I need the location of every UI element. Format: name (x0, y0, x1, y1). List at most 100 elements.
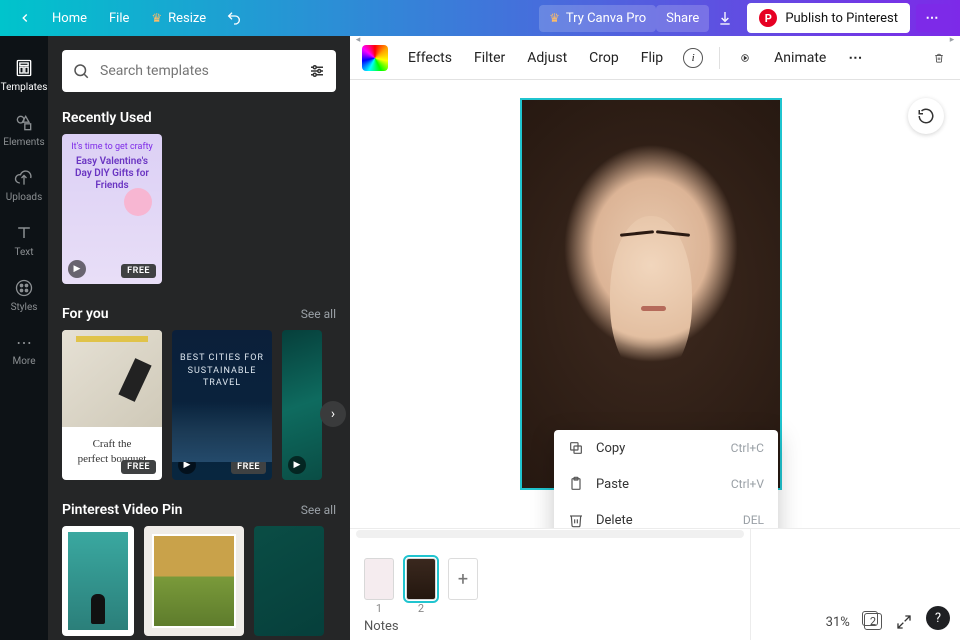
ctx-copy-shortcut: Ctrl+C (731, 441, 764, 455)
crop-button[interactable]: Crop (587, 46, 621, 70)
template-thumb[interactable] (62, 526, 134, 636)
thumb-caption: BEST CITIES FOR SUSTAINABLE TRAVEL (172, 352, 272, 390)
rail-uploads[interactable]: Uploads (0, 158, 48, 213)
canvas-area: Effects Filter Adjust Crop Flip i Animat… (350, 36, 960, 640)
search-input[interactable] (100, 63, 298, 79)
template-thumb[interactable]: BEST CITIES FOR SUSTAINABLE TRAVEL ▶ FRE… (172, 330, 272, 480)
file-menu[interactable]: File (99, 5, 139, 32)
notes-label: Notes (364, 619, 399, 634)
ctx-copy-label: Copy (596, 441, 625, 456)
context-menu: Copy Ctrl+C Paste Ctrl+V Delete DEL Comm… (554, 430, 778, 528)
more-apps-button[interactable]: ⋯ (916, 4, 950, 32)
bottom-strip: ◂ ▸ 1 2 + Notes 31% 2 (350, 528, 960, 640)
template-thumb[interactable] (144, 526, 244, 636)
share-label: Share (666, 11, 699, 26)
see-all-link[interactable]: See all (301, 503, 336, 517)
refresh-icon (917, 107, 935, 125)
ctx-copy[interactable]: Copy Ctrl+C (554, 430, 778, 466)
rail-templates-label: Templates (1, 82, 48, 93)
template-thumb[interactable] (254, 526, 324, 636)
template-thumb[interactable]: It's time to get crafty Easy Valentine's… (62, 134, 162, 284)
recently-used-heading: Recently Used (62, 110, 152, 126)
top-nav: Home File ♛ Resize ♛ Try Canva Pro Share… (0, 0, 960, 36)
pinterest-icon: P (759, 9, 777, 27)
rail-uploads-label: Uploads (6, 192, 42, 203)
add-page-button[interactable]: + (448, 558, 478, 600)
footer-controls: 31% 2 ? (750, 529, 960, 640)
ctx-paste-label: Paste (596, 477, 629, 492)
page-number: 1 (376, 602, 382, 615)
free-badge: FREE (231, 460, 266, 474)
animate-icon[interactable] (736, 49, 754, 67)
rail-elements[interactable]: Elements (0, 103, 48, 158)
context-toolbar: Effects Filter Adjust Crop Flip i Animat… (350, 36, 960, 80)
search-bar[interactable] (62, 50, 336, 92)
filter-button[interactable]: Filter (472, 46, 507, 70)
chevron-left-icon (18, 11, 32, 25)
template-thumb[interactable]: Craft the perfect bouquet FREE (62, 330, 162, 480)
more-toolbar-button[interactable]: ⋯ (846, 46, 866, 70)
crown-icon: ♛ (151, 11, 162, 25)
templates-panel: Recently Used It's time to get crafty Ea… (48, 36, 350, 640)
free-badge: FREE (121, 264, 156, 278)
publish-button[interactable]: P Publish to Pinterest (747, 3, 910, 33)
resize-menu[interactable]: ♛ Resize (141, 5, 216, 32)
play-icon: ▶ (178, 456, 196, 474)
page-thumb-2[interactable]: 2 (406, 558, 436, 600)
file-label: File (109, 11, 129, 26)
scroll-right-button[interactable]: › (320, 401, 346, 427)
page-thumb-1[interactable]: 1 (364, 558, 394, 600)
home-button[interactable]: Home (42, 5, 97, 32)
rail-more-label: More (12, 356, 35, 367)
horizontal-scrollbar[interactable]: ◂ ▸ (350, 529, 750, 539)
canvas-stage[interactable]: Copy Ctrl+C Paste Ctrl+V Delete DEL Comm… (350, 80, 960, 528)
publish-label: Publish to Pinterest (785, 11, 898, 26)
template-thumb[interactable]: ▶ (282, 330, 322, 480)
notes-toggle[interactable]: Notes (350, 611, 750, 640)
ctx-delete[interactable]: Delete DEL (554, 502, 778, 528)
page-count-button[interactable]: 2 (864, 613, 882, 630)
styles-icon (14, 278, 34, 298)
rail-styles[interactable]: Styles (0, 268, 48, 323)
rail-text-label: Text (14, 247, 33, 258)
paste-icon (568, 476, 584, 492)
fullscreen-icon[interactable] (896, 614, 912, 630)
help-icon[interactable]: ? (926, 606, 950, 630)
effects-button[interactable]: Effects (406, 46, 454, 70)
try-pro-button[interactable]: ♛ Try Canva Pro (539, 5, 656, 32)
trash-icon[interactable] (930, 49, 948, 67)
thumb-title: Easy Valentine's Day DIY Gifts for Frien… (70, 156, 154, 192)
adjust-button[interactable]: Adjust (525, 46, 569, 70)
play-icon: ▶ (68, 260, 86, 278)
home-label: Home (52, 11, 87, 26)
chevron-left-icon[interactable]: ◂ (352, 36, 364, 44)
refresh-fab[interactable] (908, 98, 944, 134)
download-button[interactable] (709, 4, 741, 32)
rail-templates[interactable]: Templates (0, 48, 48, 103)
copy-icon (568, 440, 584, 456)
elements-icon (14, 113, 34, 133)
filter-icon[interactable] (308, 62, 326, 80)
zoom-level[interactable]: 31% (826, 615, 850, 630)
undo-button[interactable] (218, 4, 250, 32)
for-you-heading: For you (62, 306, 109, 322)
flip-button[interactable]: Flip (639, 46, 665, 70)
back-button[interactable] (10, 5, 40, 31)
chevron-right-icon[interactable]: ▸ (946, 36, 958, 44)
rail-styles-label: Styles (11, 302, 38, 313)
rail-text[interactable]: Text (0, 213, 48, 268)
animate-button[interactable]: Animate (772, 46, 828, 70)
see-all-link[interactable]: See all (301, 307, 336, 321)
info-icon[interactable]: i (683, 48, 703, 68)
thumb-eyebrow: It's time to get crafty (70, 142, 154, 152)
share-button[interactable]: Share (656, 5, 709, 32)
color-picker-button[interactable] (362, 45, 388, 71)
uploads-icon (14, 168, 34, 188)
rail-more[interactable]: ⋯ More (0, 323, 48, 377)
undo-icon (226, 10, 242, 26)
decoration (124, 188, 152, 216)
ctx-paste[interactable]: Paste Ctrl+V (554, 466, 778, 502)
ctx-delete-label: Delete (596, 513, 633, 528)
more-icon: ⋯ (16, 333, 32, 352)
download-icon (717, 10, 733, 26)
